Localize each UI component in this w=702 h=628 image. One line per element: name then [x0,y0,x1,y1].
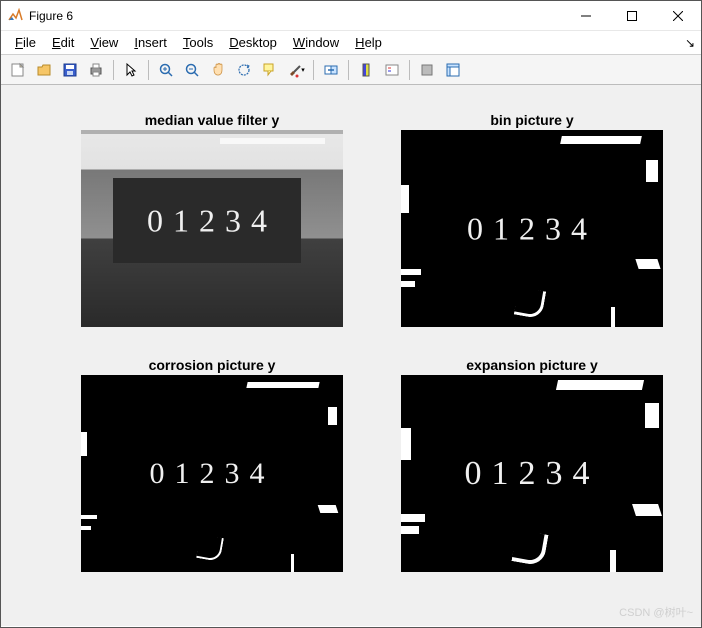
toolbar-separator [409,60,410,80]
subplot-2-title: bin picture y [401,112,663,128]
close-button[interactable] [655,1,701,31]
matlab-icon [7,8,23,24]
print-button[interactable] [84,58,108,82]
toolbar-separator [348,60,349,80]
menu-help[interactable]: Help [347,33,390,52]
rotate-button[interactable] [232,58,256,82]
grayscale-image: 01234 [81,130,343,327]
brush-button[interactable]: ▾ [284,58,308,82]
watermark-text: CSDN @树叶~ [619,604,693,620]
menu-window[interactable]: Window [285,33,347,52]
digits-text: 01234 [147,202,277,239]
zoom-in-button[interactable] [154,58,178,82]
window-title: Figure 6 [29,9,563,23]
digits-text: 01234 [467,210,597,247]
new-figure-button[interactable] [6,58,30,82]
menu-view[interactable]: View [82,33,126,52]
toolbar-separator [313,60,314,80]
menu-desktop[interactable]: Desktop [221,33,285,52]
figure-canvas: median value filter y 01234 bin picture … [1,85,701,626]
pointer-button[interactable] [119,58,143,82]
digits-text: 01234 [465,455,600,493]
subplot-4-axes[interactable]: 01234 [401,375,663,572]
toolbar-separator [148,60,149,80]
toolbar: ▾ [1,55,701,85]
save-button[interactable] [58,58,82,82]
pan-button[interactable] [206,58,230,82]
hide-tools-button[interactable] [415,58,439,82]
digits-text: 01234 [150,457,275,491]
maximize-button[interactable] [609,1,655,31]
subplot-4-title: expansion picture y [401,357,663,373]
open-button[interactable] [32,58,56,82]
colorbar-button[interactable] [354,58,378,82]
legend-button[interactable] [380,58,404,82]
menu-file[interactable]: File [7,33,44,52]
subplot-1-title: median value filter y [81,112,343,128]
menu-tools[interactable]: Tools [175,33,221,52]
minimize-button[interactable] [563,1,609,31]
menu-edit[interactable]: Edit [44,33,82,52]
subplot-2-axes[interactable]: 01234 [401,130,663,327]
datatip-button[interactable] [258,58,282,82]
dock-arrow-icon[interactable]: ↘ [685,36,695,50]
link-button[interactable] [319,58,343,82]
subplot-1-axes[interactable]: 01234 [81,130,343,327]
subplot-3-title: corrosion picture y [81,357,343,373]
titlebar: Figure 6 [1,1,701,31]
menubar: File Edit View Insert Tools Desktop Wind… [1,31,701,55]
show-tools-button[interactable] [441,58,465,82]
toolbar-separator [113,60,114,80]
zoom-out-button[interactable] [180,58,204,82]
menu-insert[interactable]: Insert [126,33,175,52]
subplot-3-axes[interactable]: 01234 [81,375,343,572]
